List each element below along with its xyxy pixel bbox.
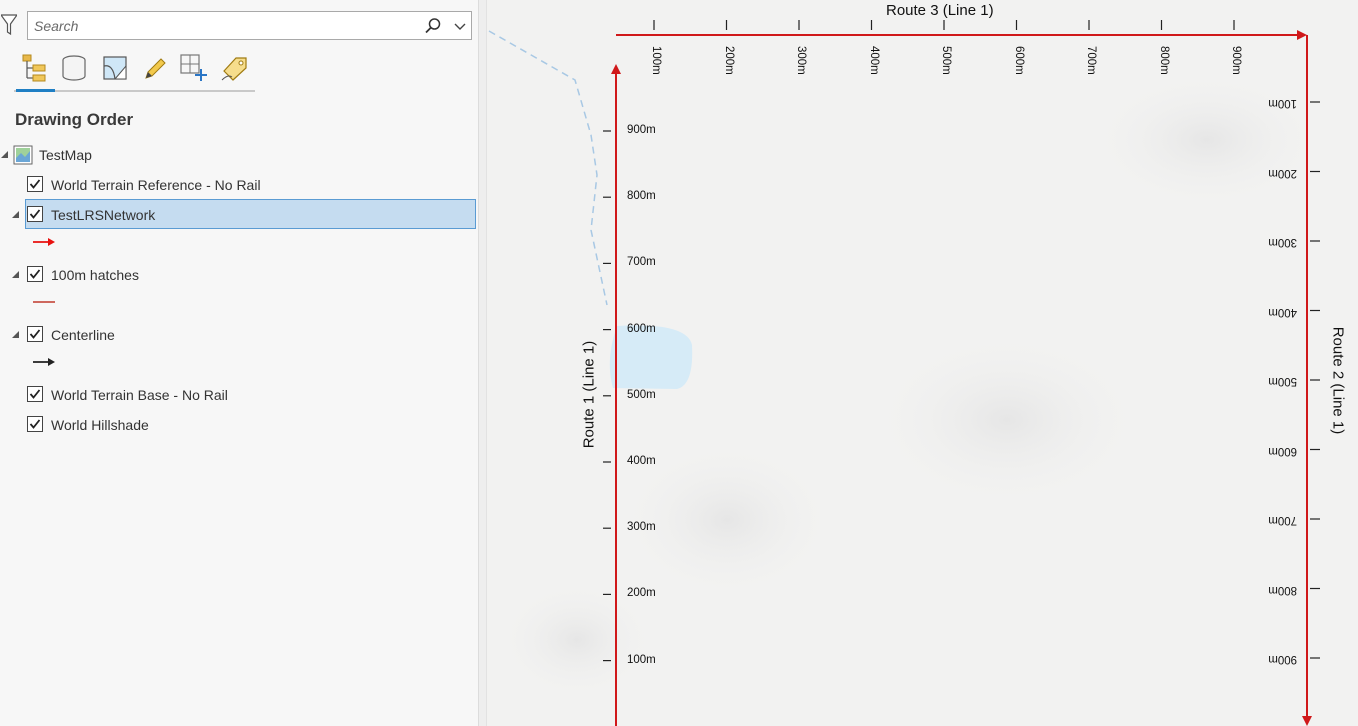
layer-label: World Terrain Base - No Rail	[51, 387, 228, 403]
layer-row-hatches[interactable]: 100m hatches	[0, 261, 478, 289]
search-field[interactable]	[27, 11, 472, 40]
tick-label-top: 800m	[1157, 46, 1170, 75]
chevron-down-icon[interactable]	[452, 18, 468, 34]
tick-label-top: 700m	[1085, 46, 1097, 75]
map-canvas[interactable]	[487, 0, 1358, 726]
checkmark-icon	[29, 419, 41, 429]
tick-label-top: 900m	[1230, 46, 1242, 75]
tick-label-right: 600m	[1268, 444, 1297, 457]
route-3-arrowhead	[1297, 30, 1307, 40]
tick-label-left: 800m	[627, 190, 656, 203]
map-view[interactable]: Route 3 (Line 1) Route 1 (Line 1) Route …	[487, 0, 1358, 726]
layer-label: 100m hatches	[51, 267, 139, 283]
editing-button[interactable]	[140, 51, 170, 85]
hillshade-shading	[1087, 70, 1327, 210]
pencil-icon	[145, 58, 166, 79]
tick-label-top: 200m	[722, 46, 735, 75]
label-tag-icon	[221, 57, 247, 81]
search-input[interactable]	[28, 12, 414, 39]
pane-splitter[interactable]	[478, 0, 487, 726]
layer-row-map[interactable]: TestMap	[0, 141, 478, 169]
tick-label-right: 800m	[1268, 583, 1297, 596]
labeling-button[interactable]	[220, 51, 250, 85]
tick-label-left: 600m	[627, 322, 656, 335]
tick-label-right: 900m	[1268, 653, 1297, 665]
checkmark-icon	[29, 179, 41, 189]
tick-label-right: 100m	[1268, 97, 1297, 109]
route-2-arrowhead	[1302, 716, 1312, 726]
layer-checkbox[interactable]	[27, 176, 43, 192]
expand-arrow-icon[interactable]	[1, 151, 8, 158]
layer-checkbox[interactable]	[27, 416, 43, 432]
data-source-button[interactable]	[59, 51, 89, 85]
tick-label-left: 100m	[627, 653, 656, 666]
layer-label: World Hillshade	[51, 417, 149, 433]
selection-layer-icon	[103, 56, 127, 80]
tick-label-right: 700m	[1268, 514, 1297, 526]
tick-label-top: 400m	[867, 46, 880, 75]
layer-label: TestLRSNetwork	[51, 207, 156, 223]
layer-label: Centerline	[51, 327, 115, 343]
route-label-left: Route 1 (Line 1)	[580, 340, 598, 449]
checkmark-icon	[29, 209, 41, 219]
hillshade-shading	[867, 330, 1147, 510]
search-icon[interactable]	[424, 17, 442, 35]
black-arrow-symbol-icon	[33, 358, 55, 366]
selection-button[interactable]	[100, 51, 130, 85]
layer-row-hillshade[interactable]: World Hillshade	[0, 411, 478, 439]
route-label-right: Route 2 (Line 1)	[1329, 326, 1347, 435]
tick-label-right: 400m	[1268, 305, 1297, 318]
tick-label-top: 300m	[795, 46, 807, 75]
drawing-order-button[interactable]	[19, 51, 49, 85]
tick-label-top: 500m	[940, 46, 952, 75]
stream-line	[488, 30, 608, 306]
tick-label-left: 200m	[627, 587, 656, 600]
add-grid-icon	[180, 54, 207, 81]
layer-row-terrain-base[interactable]: World Terrain Base - No Rail	[0, 381, 478, 409]
layer-row-terrain-reference[interactable]: World Terrain Reference - No Rail	[0, 171, 478, 199]
checkmark-icon	[29, 269, 41, 279]
map-icon	[13, 145, 33, 165]
water-body	[609, 325, 693, 389]
active-tab-indicator	[16, 89, 55, 92]
tick-label-top: 100m	[650, 46, 662, 75]
layer-label: World Terrain Reference - No Rail	[51, 177, 261, 193]
checkmark-icon	[29, 329, 41, 339]
tick-label-top: 600m	[1012, 46, 1025, 75]
drawing-order-icon	[22, 54, 46, 82]
layer-checkbox[interactable]	[27, 326, 43, 342]
layer-row-centerline[interactable]: Centerline	[0, 321, 478, 349]
tick-label-left: 500m	[627, 388, 656, 401]
tick-label-left: 900m	[627, 124, 656, 136]
layer-checkbox[interactable]	[27, 206, 43, 222]
layer-checkbox[interactable]	[27, 386, 43, 402]
tick-label-right: 300m	[1268, 236, 1297, 248]
layer-checkbox[interactable]	[27, 266, 43, 282]
route-1-arrowhead	[611, 64, 621, 74]
route-label-top: Route 3 (Line 1)	[886, 2, 994, 19]
layer-label: TestMap	[39, 147, 92, 163]
tick-label-left: 400m	[627, 455, 656, 467]
pane-title: Drawing Order	[15, 110, 134, 129]
red-arrow-symbol-icon	[33, 238, 55, 246]
snapping-button[interactable]	[179, 51, 209, 85]
checkmark-icon	[29, 389, 41, 399]
expand-arrow-icon[interactable]	[12, 211, 19, 218]
database-icon	[62, 55, 86, 81]
tick-label-right: 200m	[1268, 166, 1297, 179]
layer-row-lrs-network[interactable]: TestLRSNetwork	[0, 201, 478, 229]
tick-label-left: 700m	[627, 256, 656, 269]
contents-pane: Drawing Order TestMap World Terrain Refe…	[0, 0, 478, 726]
tick-label-right: 500m	[1268, 375, 1297, 387]
filter-icon[interactable]	[1, 14, 17, 36]
tick-label-left: 300m	[627, 521, 656, 534]
expand-arrow-icon[interactable]	[12, 331, 19, 338]
line-symbol-icon	[33, 301, 55, 303]
expand-arrow-icon[interactable]	[12, 271, 19, 278]
